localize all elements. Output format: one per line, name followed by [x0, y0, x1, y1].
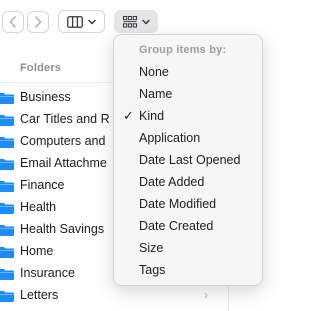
- folder-label: Email Attachme: [20, 156, 107, 170]
- folder-icon: [0, 159, 14, 170]
- folder-label: Health Savings: [20, 222, 105, 236]
- folder-icon: [0, 137, 14, 148]
- folder-label: Letters: [20, 288, 59, 302]
- menu-item-label: None: [139, 65, 169, 79]
- checkmark-icon: ✓: [123, 108, 134, 123]
- menu-item-label: Date Modified: [139, 197, 217, 211]
- folder-icon: [0, 203, 14, 214]
- folder-icon: [0, 181, 14, 192]
- folder-icon: [0, 225, 14, 236]
- folder-label: Business: [20, 90, 71, 104]
- forward-button[interactable]: [27, 11, 49, 33]
- menu-item-date-created[interactable]: Date Created: [114, 216, 262, 238]
- menu-item-application[interactable]: Application: [114, 128, 262, 150]
- chevron-left-icon: [9, 16, 16, 28]
- menu-item-label: Tags: [139, 263, 166, 277]
- chevron-down-icon: [88, 19, 96, 24]
- menu-item-none[interactable]: None: [114, 62, 262, 84]
- view-mode-button[interactable]: [58, 10, 105, 33]
- folder-label: Home: [20, 244, 54, 258]
- menu-item-label: Date Created: [139, 219, 214, 233]
- menu-item-label: Application: [139, 131, 201, 145]
- menu-item-label: Kind: [139, 109, 165, 123]
- chevron-down-icon: [141, 19, 150, 24]
- back-button[interactable]: [2, 11, 24, 33]
- menu-item-tags[interactable]: Tags: [114, 260, 262, 282]
- folder-item[interactable]: Letters ›: [0, 285, 228, 307]
- folder-label: Finance: [20, 178, 65, 192]
- folders-section-header: Folders: [20, 62, 62, 74]
- folder-label: Car Titles and R: [20, 112, 110, 126]
- columns-view-icon: [67, 15, 83, 28]
- menu-item-kind[interactable]: ✓ Kind: [114, 106, 262, 128]
- menu-item-label: Size: [139, 241, 164, 255]
- group-by-button[interactable]: [114, 10, 158, 33]
- menu-item-date-added[interactable]: Date Added: [114, 172, 262, 194]
- folder-icon: [0, 115, 14, 126]
- menu-header: Group items by:: [139, 44, 227, 56]
- folder-icon: [0, 291, 14, 302]
- group-by-menu: Group items by: None Name ✓ Kind Application…: [113, 34, 263, 286]
- menu-item-label: Date Last Opened: [139, 153, 241, 167]
- menu-item-date-modified[interactable]: Date Modified: [114, 194, 262, 216]
- menu-item-size[interactable]: Size: [114, 238, 262, 260]
- chevron-right-icon: [35, 16, 42, 28]
- folder-label: Health: [20, 200, 57, 214]
- folder-label: Insurance: [20, 266, 75, 280]
- folder-icon: [0, 93, 14, 104]
- menu-item-label: Name: [139, 87, 173, 101]
- menu-item-name[interactable]: Name: [114, 84, 262, 106]
- chevron-right-icon: ›: [204, 288, 208, 302]
- grid-group-icon: [122, 15, 137, 28]
- menu-item-label: Date Added: [139, 175, 205, 189]
- folder-icon: [0, 247, 14, 258]
- folder-icon: [0, 269, 14, 280]
- folder-label: Computers and: [20, 134, 106, 148]
- menu-item-date-last-opened[interactable]: Date Last Opened: [114, 150, 262, 172]
